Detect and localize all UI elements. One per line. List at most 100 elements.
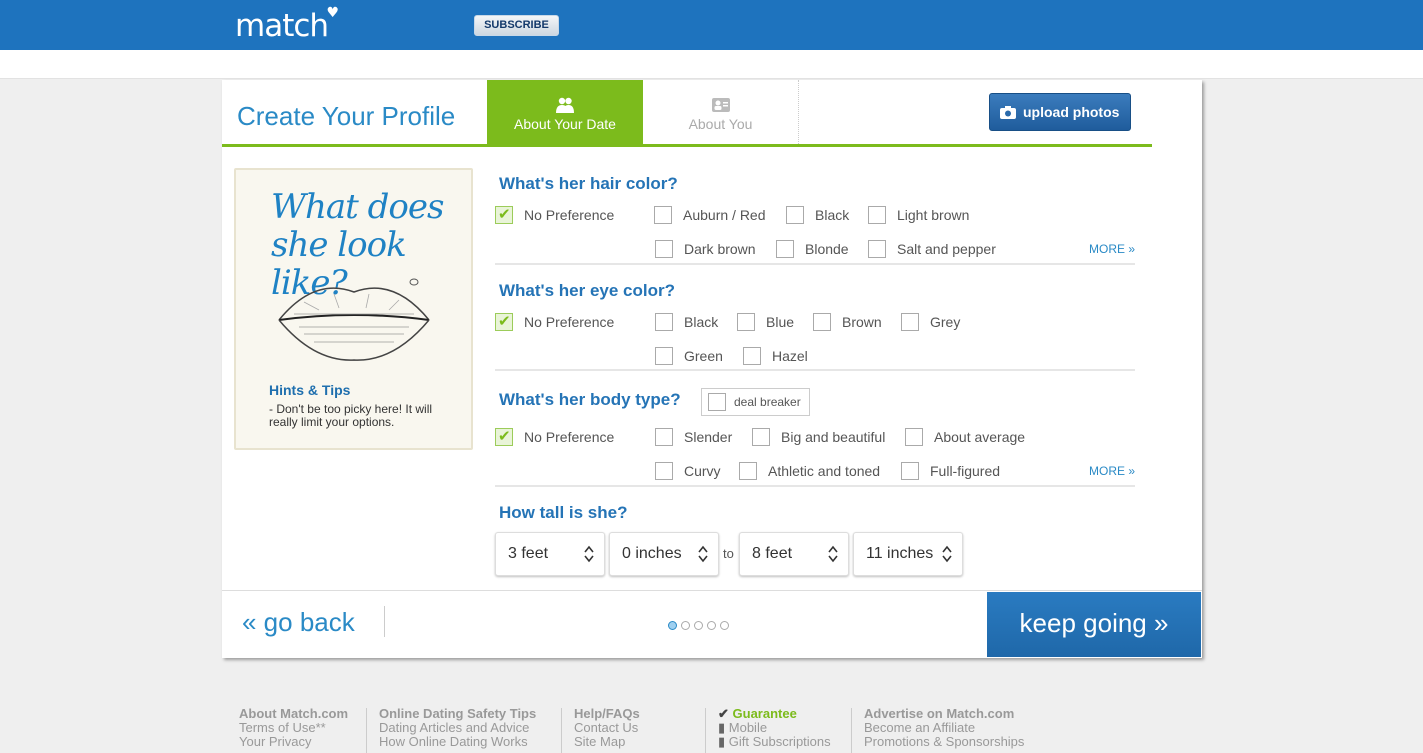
footer-link[interactable]: ▮ Gift Subscriptions [718,735,831,749]
body-option-full-figured[interactable]: Full-figured [901,461,1000,481]
profile-card-icon [711,98,730,112]
footer-col-guarantee: ✔ Guarantee ▮ Mobile ▮ Gift Subscription… [718,707,831,749]
eye-option-no-preference[interactable]: No Preference [495,312,614,332]
footer-link[interactable]: Become an Affiliate [864,721,1024,735]
hair-option-auburn-red[interactable]: Auburn / Red [654,205,766,225]
min-inches-select[interactable]: 0 inches [609,532,719,576]
footer-link[interactable]: Site Map [574,735,640,749]
gift-icon: ▮ [718,734,729,749]
max-feet-select[interactable]: 8 feet [739,532,849,576]
footer-link-safety[interactable]: Online Dating Safety Tips [379,707,536,721]
checkbox[interactable] [739,462,757,480]
checkbox[interactable] [654,206,672,224]
deal-breaker-toggle[interactable]: deal breaker [701,388,810,416]
checkbox[interactable] [786,206,804,224]
checkbox[interactable] [752,428,770,446]
checkbox[interactable] [743,347,761,365]
eye-option-hazel[interactable]: Hazel [743,346,808,366]
min-feet-select[interactable]: 3 feet [495,532,605,576]
checkbox[interactable] [495,205,513,225]
eye-option-black[interactable]: Black [655,312,718,332]
height-to-label: to [723,546,734,561]
body-option-athletic-and-toned[interactable]: Athletic and toned [739,461,880,481]
keep-going-button[interactable]: keep going » [987,592,1201,657]
footer-link[interactable]: How Online Dating Works [379,735,536,749]
stepper-arrows-icon [584,545,594,563]
body-option-curvy[interactable]: Curvy [655,461,721,481]
footer-link-advertise[interactable]: Advertise on Match.com [864,707,1024,721]
checkbox[interactable] [655,240,673,258]
hints-tips-card: What does she look like? Hints & Tips - … [234,168,473,450]
eye-option-brown[interactable]: Brown [813,312,882,332]
step-dot-3 [694,621,703,630]
eye-option-blue[interactable]: Blue [737,312,794,332]
footer-link[interactable]: Terms of Use** [239,721,348,735]
couple-icon [556,97,574,113]
step-dot-2 [681,621,690,630]
tips-text: - Don't be too picky here! It will reall… [269,402,433,429]
tab-label: About Your Date [514,116,616,132]
step-dot-4 [707,621,716,630]
checkbox[interactable] [905,428,923,446]
hair-option-no-preference[interactable]: No Preference [495,205,614,225]
hair-option-black[interactable]: Black [786,205,849,225]
footer-col-advertise: Advertise on Match.com Become an Affilia… [864,707,1024,749]
checkbox[interactable] [868,206,886,224]
footer-col-help: Help/FAQs Contact Us Site Map [574,707,640,749]
eye-color-question: What's her eye color? [499,281,675,300]
divider [495,369,1135,371]
hair-more-link[interactable]: MORE » [1089,242,1135,256]
footer-link-about[interactable]: About Match.com [239,707,348,721]
footer-link[interactable]: Promotions & Sponsorships [864,735,1024,749]
hair-option-blonde[interactable]: Blonde [776,239,849,259]
step-dot-5 [720,621,729,630]
step-dot-1 [668,621,677,630]
page-title: Create Your Profile [237,101,456,131]
footer-divider [222,590,1202,591]
hair-option-dark-brown[interactable]: Dark brown [655,239,756,259]
footer-link-help[interactable]: Help/FAQs [574,707,640,721]
footer-link-guarantee[interactable]: ✔ Guarantee [718,707,831,721]
tab-about-you[interactable]: About You [643,80,799,146]
footer-link[interactable]: ▮ Mobile [718,721,831,735]
divider [495,485,1135,487]
checkbox[interactable] [901,462,919,480]
body-option-about-average[interactable]: About average [905,427,1025,447]
checkbox[interactable] [655,313,673,331]
hair-option-salt-and-pepper[interactable]: Salt and pepper [868,239,996,259]
checkbox[interactable] [901,313,919,331]
max-inches-select[interactable]: 11 inches [853,532,963,576]
checkbox[interactable] [495,312,513,332]
checkbox[interactable] [655,462,673,480]
hair-color-question: What's her hair color? [499,174,678,193]
checkbox[interactable] [708,393,726,411]
checkbox[interactable] [655,428,673,446]
checkbox[interactable] [776,240,794,258]
footer-link[interactable]: Contact Us [574,721,640,735]
sub-header-bar [0,50,1423,79]
body-option-no-preference[interactable]: No Preference [495,427,614,447]
footer-link[interactable]: Dating Articles and Advice [379,721,536,735]
checkbox[interactable] [495,427,513,447]
checkbox[interactable] [737,313,755,331]
body-more-link[interactable]: MORE » [1089,464,1135,478]
footer-link[interactable]: Your Privacy [239,735,348,749]
checkbox[interactable] [868,240,886,258]
eye-option-green[interactable]: Green [655,346,723,366]
checkbox[interactable] [655,347,673,365]
body-option-slender[interactable]: Slender [655,427,732,447]
lips-illustration [278,278,430,361]
subscribe-button[interactable]: SUBSCRIBE [474,15,559,36]
body-option-big-and-beautiful[interactable]: Big and beautiful [752,427,885,447]
phone-icon: ▮ [718,720,729,735]
match-logo[interactable]: match ♥ [235,5,339,44]
upload-photos-button[interactable]: upload photos [989,93,1131,131]
stepper-arrows-icon [942,545,952,563]
step-indicator [668,617,733,630]
tab-about-your-date[interactable]: About Your Date [487,80,643,146]
divider [366,708,367,753]
checkbox[interactable] [813,313,831,331]
go-back-link[interactable]: « go back [242,607,355,638]
hair-option-light-brown[interactable]: Light brown [868,205,969,225]
eye-option-grey[interactable]: Grey [901,312,960,332]
